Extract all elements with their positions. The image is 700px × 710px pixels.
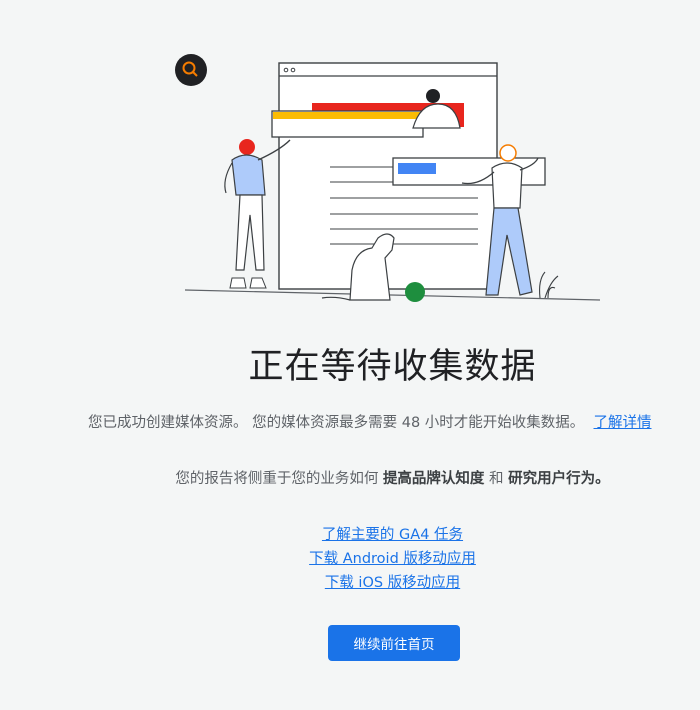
learn-more-link[interactable]: 了解详情	[594, 415, 652, 431]
goal-user-behavior: 研究用户行为。	[508, 471, 610, 487]
waiting-illustration	[175, 54, 601, 302]
info-prefix: 您的报告将侧重于您的业务如何	[175, 471, 379, 487]
ios-app-link[interactable]: 下载 iOS 版移动应用	[325, 571, 460, 595]
resource-links: 了解主要的 GA4 任务 下载 Android 版移动应用 下载 iOS 版移动…	[0, 523, 700, 595]
continue-home-button[interactable]: 继续前往首页	[328, 625, 460, 661]
info-line-2: 您的报告将侧重于您的业务如何 提高品牌认知度 和 研究用户行为。	[0, 467, 700, 488]
search-icon	[175, 54, 207, 86]
goal-brand-awareness: 提高品牌认知度	[382, 471, 485, 487]
android-app-link[interactable]: 下载 Android 版移动应用	[309, 547, 476, 571]
page-title: 正在等待收集数据	[248, 347, 537, 387]
info-conj: 和	[489, 471, 504, 487]
info-line-1: 您已成功创建媒体资源。 您的媒体资源最多需要 48 小时才能开始收集数据。 了解…	[88, 411, 652, 432]
ga4-tasks-link[interactable]: 了解主要的 GA4 任务	[322, 523, 463, 547]
info-text: 您已成功创建媒体资源。 您的媒体资源最多需要 48 小时才能开始收集数据。	[88, 415, 585, 431]
